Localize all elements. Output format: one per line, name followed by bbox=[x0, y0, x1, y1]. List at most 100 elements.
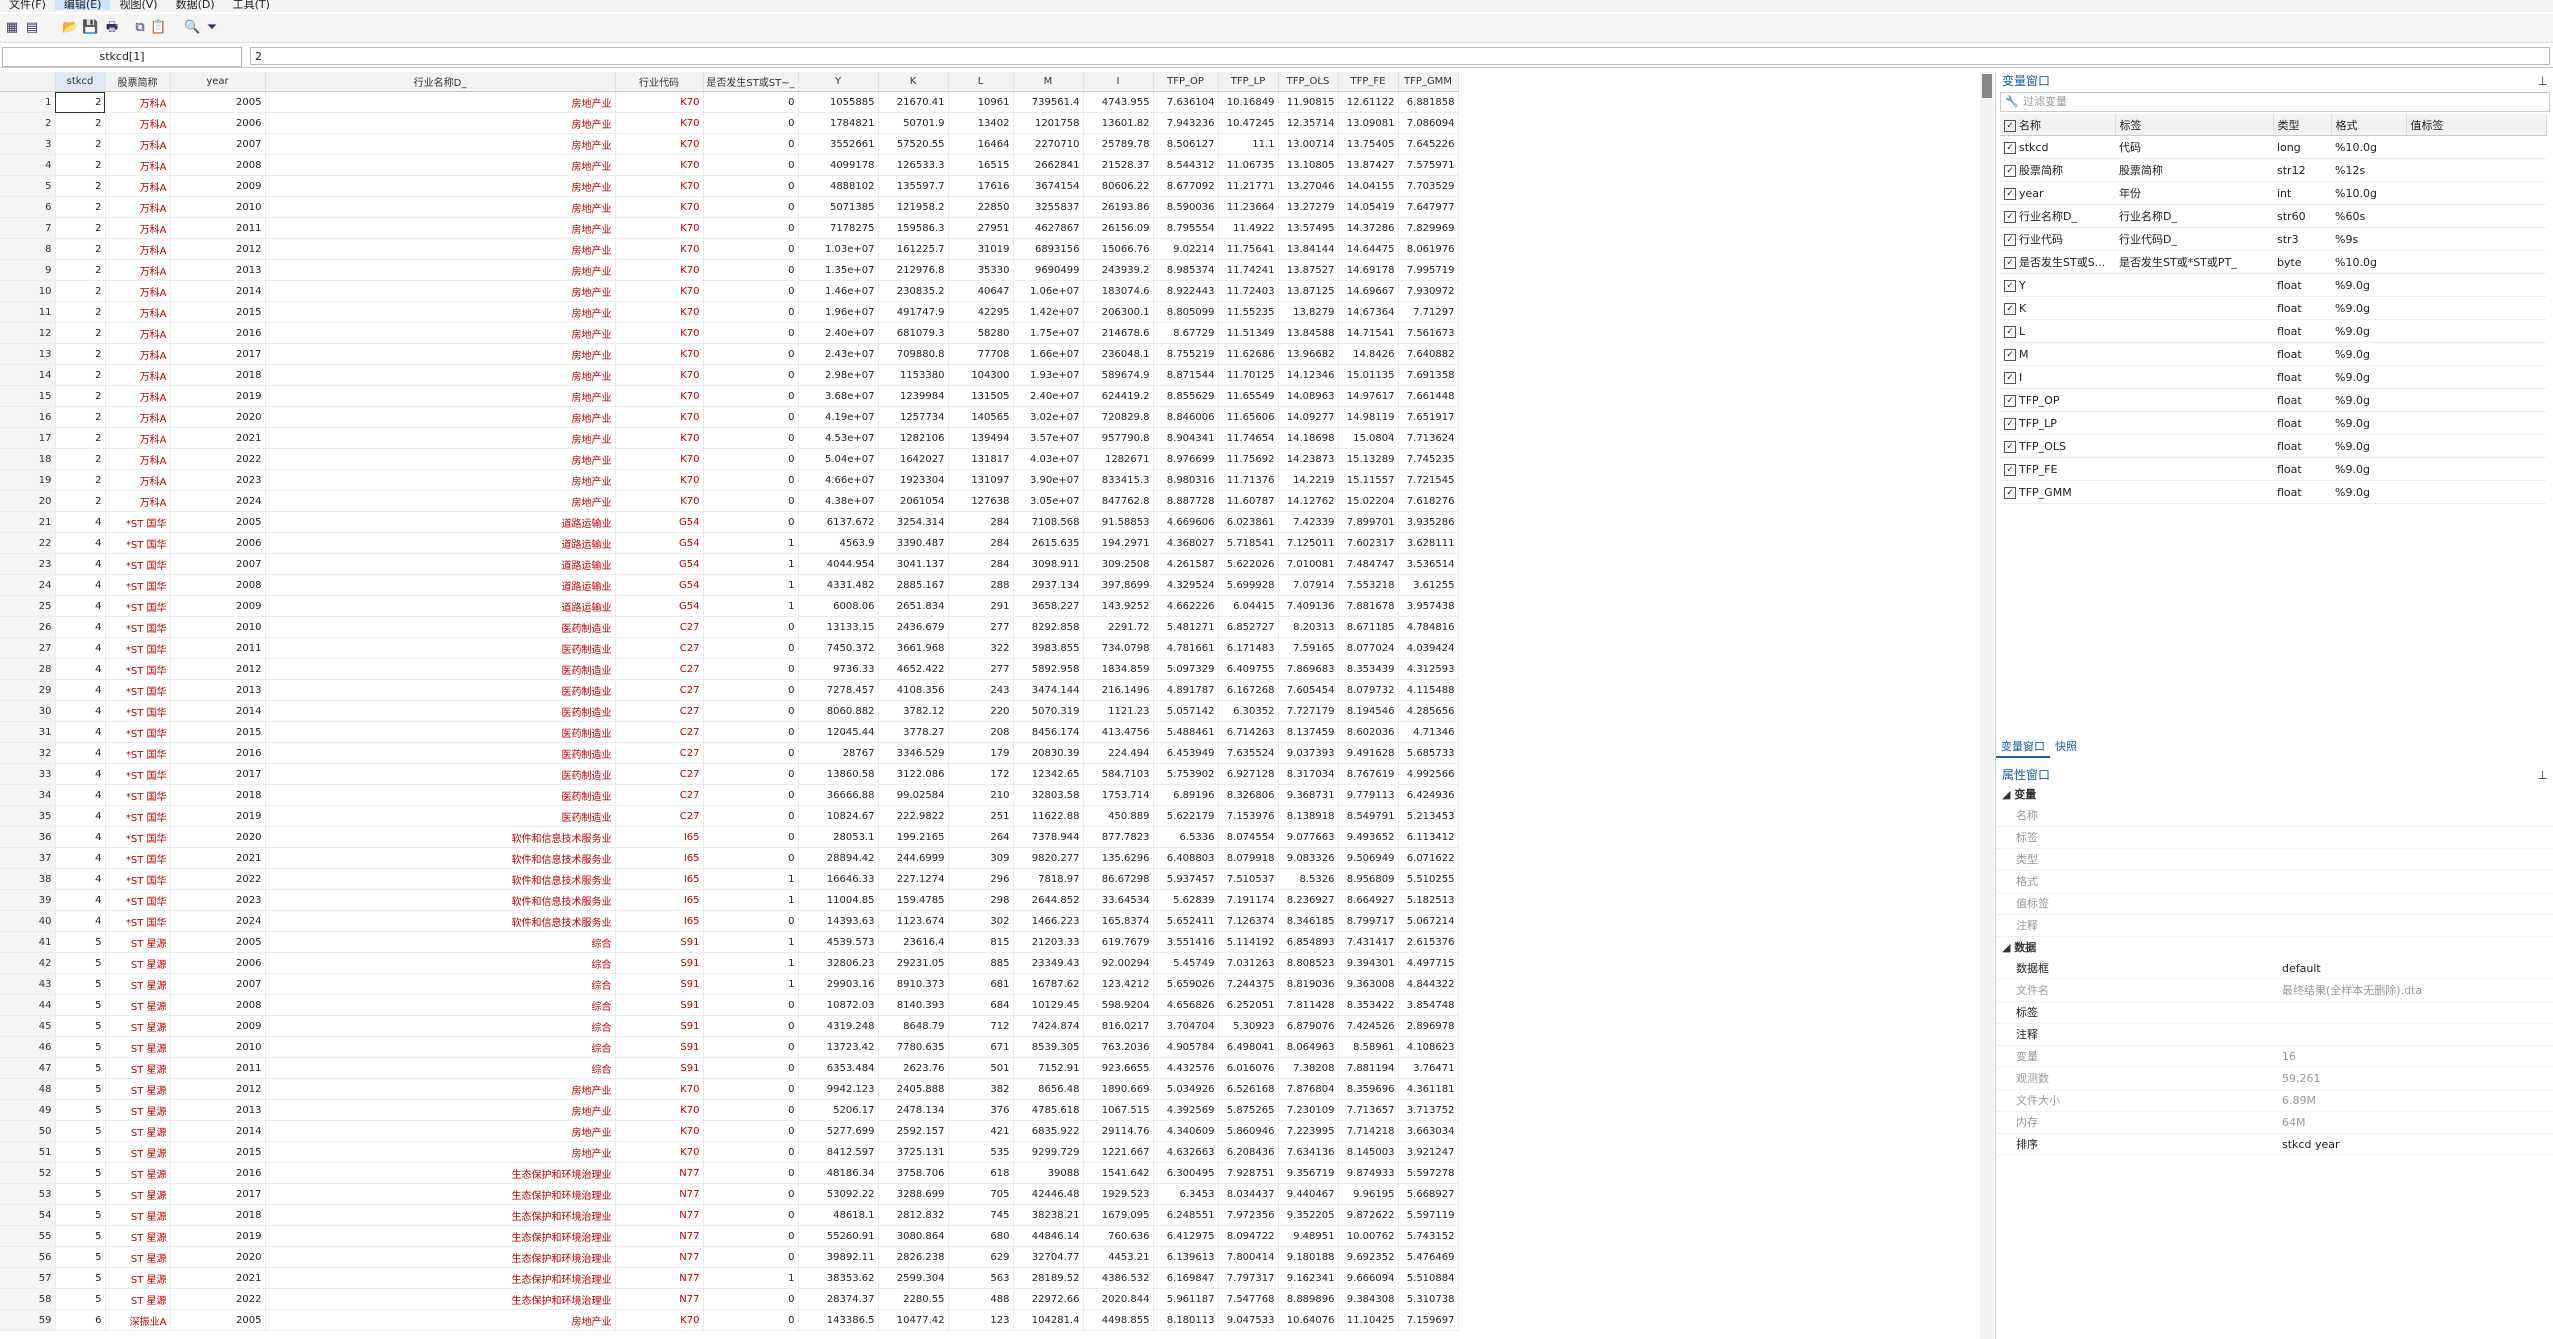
data-cell[interactable]: 39088 bbox=[1013, 1162, 1084, 1184]
data-cell[interactable]: 房地产业 bbox=[265, 91, 616, 113]
data-cell[interactable]: 14.64475 bbox=[1338, 238, 1399, 260]
data-cell[interactable]: 923.6655 bbox=[1083, 1057, 1154, 1079]
data-cell[interactable]: 9.493652 bbox=[1338, 826, 1399, 848]
data-cell[interactable]: 万科A bbox=[105, 196, 171, 218]
data-cell[interactable]: 5.310738 bbox=[1398, 1288, 1459, 1310]
data-cell[interactable]: 2007 bbox=[170, 133, 266, 155]
data-cell[interactable]: 9.352205 bbox=[1278, 1204, 1339, 1226]
data-cell[interactable]: 4.656826 bbox=[1153, 994, 1219, 1016]
data-cell[interactable]: 15.02204 bbox=[1338, 490, 1399, 512]
table-row[interactable]: 2 2 万科A 2006 房地产业 K70 0 1784821 50701.9 13402 1201… bbox=[0, 112, 1459, 134]
data-cell[interactable]: 11.23664 bbox=[1218, 196, 1279, 218]
row-number[interactable]: 40 bbox=[0, 910, 56, 932]
row-number[interactable]: 13 bbox=[0, 343, 56, 365]
data-cell[interactable]: 2016 bbox=[170, 742, 266, 764]
row-number[interactable]: 29 bbox=[0, 679, 56, 701]
data-cell[interactable]: 5.753902 bbox=[1153, 763, 1219, 785]
data-cell[interactable]: 10129.45 bbox=[1013, 994, 1084, 1016]
row-number[interactable]: 53 bbox=[0, 1183, 56, 1205]
editor-icon[interactable]: ▤ bbox=[24, 20, 40, 36]
data-cell[interactable]: 619.7679 bbox=[1083, 931, 1154, 953]
data-cell[interactable]: 2644.852 bbox=[1013, 889, 1084, 911]
data-cell[interactable]: 6.89196 bbox=[1153, 784, 1219, 806]
data-cell[interactable]: 5.30923 bbox=[1218, 1015, 1279, 1037]
data-cell[interactable]: 8.602036 bbox=[1338, 721, 1399, 743]
data-cell[interactable]: 1221.667 bbox=[1083, 1141, 1154, 1163]
data-cell[interactable]: 2014 bbox=[170, 1120, 266, 1142]
data-cell[interactable]: 2010 bbox=[170, 196, 266, 218]
data-cell[interactable]: 1679.095 bbox=[1083, 1204, 1154, 1226]
paste-icon[interactable]: 📋 bbox=[150, 20, 166, 36]
data-cell[interactable]: 12045.44 bbox=[798, 721, 879, 743]
data-cell[interactable]: 4 bbox=[55, 910, 106, 932]
table-row[interactable]: 54 5 ST 星源 2018 生态保护和环境治理业 N77 0 48618.1 2812.83… bbox=[0, 1204, 1459, 1226]
data-cell[interactable]: 277 bbox=[948, 616, 1014, 638]
variable-cell[interactable] bbox=[2115, 411, 2273, 435]
data-cell[interactable]: 0 bbox=[703, 343, 799, 365]
data-cell[interactable]: 3.05e+07 bbox=[1013, 490, 1084, 512]
data-cell[interactable]: 11.72403 bbox=[1218, 280, 1279, 302]
data-cell[interactable]: 2 bbox=[55, 406, 106, 428]
data-cell[interactable]: 软件和信息技术服务业 bbox=[265, 889, 616, 911]
variable-cell[interactable] bbox=[2115, 296, 2273, 320]
column-header[interactable]: TFP_LP bbox=[1218, 72, 1279, 92]
variable-cell[interactable]: ✓ 行业代码 bbox=[2000, 227, 2115, 251]
row-number[interactable]: 33 bbox=[0, 763, 56, 785]
table-row[interactable]: 6 2 万科A 2010 房地产业 K70 0 5071385 121958.2 22850 325… bbox=[0, 196, 1459, 218]
data-cell[interactable]: 210 bbox=[948, 784, 1014, 806]
data-cell[interactable]: 9299.729 bbox=[1013, 1141, 1084, 1163]
data-cell[interactable]: C27 bbox=[615, 637, 704, 659]
variable-cell[interactable]: %60s bbox=[2331, 204, 2406, 228]
data-cell[interactable]: 2019 bbox=[170, 1225, 266, 1247]
column-header[interactable]: I bbox=[1083, 72, 1154, 92]
data-cell[interactable]: 7.07914 bbox=[1278, 574, 1339, 596]
data-cell[interactable]: 5 bbox=[55, 1162, 106, 1184]
data-cell[interactable]: 2021 bbox=[170, 1267, 266, 1289]
data-cell[interactable]: 综合 bbox=[265, 1015, 616, 1037]
data-cell[interactable]: 7.714218 bbox=[1338, 1120, 1399, 1142]
data-cell[interactable]: 万科A bbox=[105, 133, 171, 155]
data-cell[interactable]: 4 bbox=[55, 511, 106, 533]
data-cell[interactable]: 7.800414 bbox=[1218, 1246, 1279, 1268]
data-cell[interactable]: 4.53e+07 bbox=[798, 427, 879, 449]
data-cell[interactable]: 709880.8 bbox=[878, 343, 949, 365]
data-cell[interactable]: 3.854748 bbox=[1398, 994, 1459, 1016]
variable-cell[interactable]: 行业名称D_ bbox=[2115, 204, 2273, 228]
data-cell[interactable]: 1.96e+07 bbox=[798, 301, 879, 323]
data-cell[interactable]: 综合 bbox=[265, 994, 616, 1016]
data-cell[interactable]: 3346.529 bbox=[878, 742, 949, 764]
data-cell[interactable]: 284 bbox=[948, 532, 1014, 554]
data-cell[interactable]: K70 bbox=[615, 406, 704, 428]
data-cell[interactable]: 86.67298 bbox=[1083, 868, 1154, 890]
data-cell[interactable]: 2 bbox=[55, 175, 106, 197]
data-cell[interactable]: 243 bbox=[948, 679, 1014, 701]
data-cell[interactable]: 9942.123 bbox=[798, 1078, 879, 1100]
data-cell[interactable]: 2007 bbox=[170, 553, 266, 575]
variable-cell[interactable]: %10.0g bbox=[2331, 135, 2406, 159]
data-cell[interactable]: 2291.72 bbox=[1083, 616, 1154, 638]
data-cell[interactable]: 288 bbox=[948, 574, 1014, 596]
data-cell[interactable]: 7.876804 bbox=[1278, 1078, 1339, 1100]
copy-icon[interactable]: ⧉ bbox=[132, 20, 148, 36]
data-cell[interactable]: 2012 bbox=[170, 238, 266, 260]
data-cell[interactable]: 501 bbox=[948, 1057, 1014, 1079]
data-cell[interactable]: 1282671 bbox=[1083, 448, 1154, 470]
data-cell[interactable]: 6.169847 bbox=[1153, 1267, 1219, 1289]
row-number[interactable]: 47 bbox=[0, 1057, 56, 1079]
table-row[interactable]: 43 5 ST 星源 2007 综合 S91 1 29903.16 8910.373 681 167… bbox=[0, 973, 1459, 995]
table-row[interactable]: 41 5 ST 星源 2005 综合 S91 1 4539.573 23616.4 815 2120… bbox=[0, 931, 1459, 953]
data-cell[interactable]: 0 bbox=[703, 616, 799, 638]
data-cell[interactable]: 214678.6 bbox=[1083, 322, 1154, 344]
variable-cell[interactable]: ✓ TFP_GMM bbox=[2000, 480, 2115, 504]
data-cell[interactable]: *ST 国华 bbox=[105, 742, 171, 764]
data-cell[interactable]: 1.46e+07 bbox=[798, 280, 879, 302]
data-cell[interactable]: 13133.15 bbox=[798, 616, 879, 638]
data-cell[interactable]: 159586.3 bbox=[878, 217, 949, 239]
data-cell[interactable]: 综合 bbox=[265, 1036, 616, 1058]
data-cell[interactable]: 4 bbox=[55, 616, 106, 638]
data-cell[interactable]: 13.84588 bbox=[1278, 322, 1339, 344]
data-cell[interactable]: 8.767619 bbox=[1338, 763, 1399, 785]
table-row[interactable]: 46 5 ST 星源 2010 综合 S91 0 13723.42 7780.635 671 853… bbox=[0, 1036, 1459, 1058]
data-cell[interactable]: 8.064963 bbox=[1278, 1036, 1339, 1058]
data-cell[interactable]: 0 bbox=[703, 427, 799, 449]
